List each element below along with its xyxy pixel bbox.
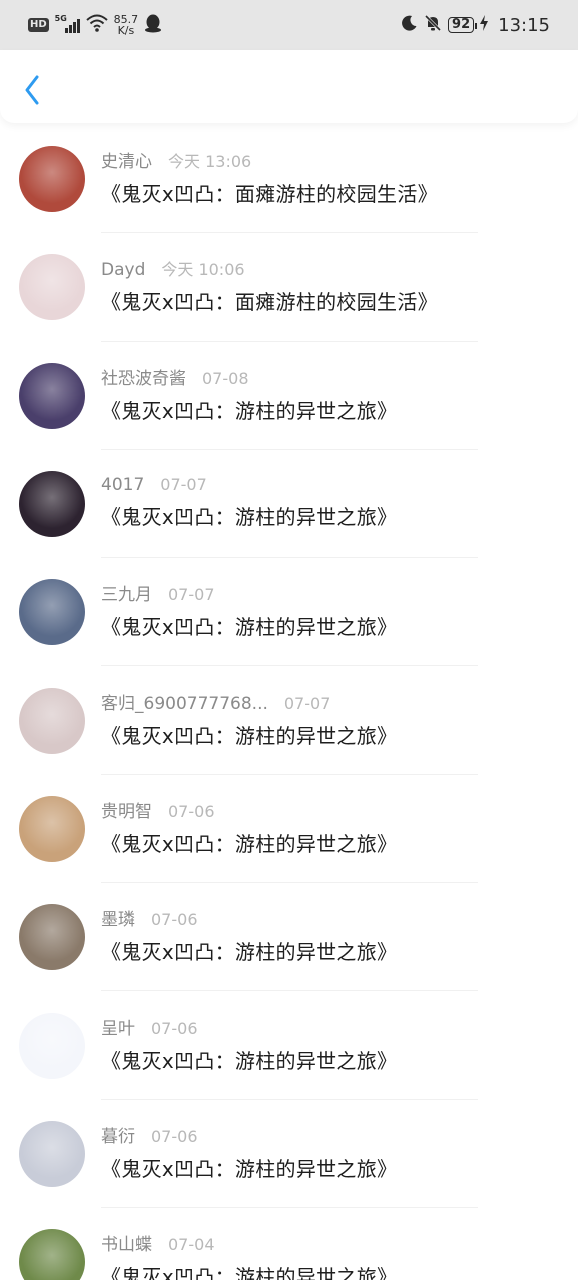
list-item[interactable]: 书山蝶 07-04 《鬼灭x凹凸：游柱的异世之旅》 <box>0 1208 578 1280</box>
list-item[interactable]: 4017 07-07 《鬼灭x凹凸：游柱的异世之旅》 <box>0 450 578 559</box>
status-left: HD 5G 85.7 K/s <box>28 13 162 37</box>
item-meta: 贵明智 07-06 <box>101 797 397 822</box>
item-text: Dayd 今天 10:06 《鬼灭x凹凸：面瘫游柱的校园生活》 <box>101 256 438 315</box>
avatar[interactable] <box>19 471 85 538</box>
clock: 13:15 <box>498 14 550 36</box>
reader-list: 史清心 今天 13:06 《鬼灭x凹凸：面瘫游柱的校园生活》 Dayd 今天 10:06… <box>0 125 578 1280</box>
user-name[interactable]: 史清心 <box>101 147 152 172</box>
avatar[interactable] <box>19 687 85 754</box>
timestamp: 07-07 <box>283 693 331 713</box>
work-title[interactable]: 《鬼灭x凹凸：游柱的异世之旅》 <box>101 1153 397 1182</box>
item-text: 史清心 今天 13:06 《鬼灭x凹凸：面瘫游柱的校园生活》 <box>101 147 438 207</box>
list-item[interactable]: 呈叶 07-06 《鬼灭x凹凸：游柱的异世之旅》 <box>0 991 578 1100</box>
timestamp: 07-04 <box>168 1235 215 1255</box>
timestamp: 07-06 <box>151 1018 198 1038</box>
work-title[interactable]: 《鬼灭x凹凸：游柱的异世之旅》 <box>101 395 397 424</box>
avatar[interactable] <box>19 146 85 213</box>
item-meta: Dayd 今天 10:06 <box>101 256 438 280</box>
item-text: 书山蝶 07-04 《鬼灭x凹凸：游柱的异世之旅》 <box>101 1230 397 1280</box>
item-meta: 暮衍 07-06 <box>101 1122 397 1147</box>
list-item[interactable]: 墨璘 07-06 《鬼灭x凹凸：游柱的异世之旅》 <box>0 883 578 992</box>
list-item[interactable]: 史清心 今天 13:06 《鬼灭x凹凸：面瘫游柱的校园生活》 <box>0 125 578 234</box>
moon-icon <box>400 14 418 36</box>
avatar[interactable] <box>19 254 85 321</box>
item-meta: 4017 07-07 <box>101 475 397 495</box>
user-name[interactable]: 社恐波奇酱 <box>101 364 186 389</box>
user-name[interactable]: 客归_6900777768... <box>101 689 268 714</box>
avatar[interactable] <box>19 362 85 429</box>
user-name[interactable]: 4017 <box>101 475 144 495</box>
item-text: 贵明智 07-06 《鬼灭x凹凸：游柱的异世之旅》 <box>101 797 397 857</box>
work-title[interactable]: 《鬼灭x凹凸：游柱的异世之旅》 <box>101 611 397 640</box>
timestamp: 今天 13:06 <box>168 152 252 172</box>
timestamp: 07-07 <box>160 474 207 494</box>
user-name[interactable]: Dayd <box>101 260 145 280</box>
charging-icon <box>480 15 489 35</box>
work-title[interactable]: 《鬼灭x凹凸：游柱的异世之旅》 <box>101 936 397 965</box>
timestamp: 07-08 <box>202 368 249 388</box>
network-speed: 85.7 K/s <box>113 13 139 37</box>
top-nav-bar <box>0 50 578 123</box>
user-name[interactable]: 三九月 <box>101 580 152 605</box>
item-meta: 书山蝶 07-04 <box>101 1230 397 1255</box>
list-item[interactable]: 三九月 07-07 《鬼灭x凹凸：游柱的异世之旅》 <box>0 558 578 667</box>
work-title[interactable]: 《鬼灭x凹凸：游柱的异世之旅》 <box>101 828 397 857</box>
item-text: 墨璘 07-06 《鬼灭x凹凸：游柱的异世之旅》 <box>101 905 397 965</box>
network-type: 5G <box>54 14 67 23</box>
timestamp: 今天 10:06 <box>161 259 245 279</box>
avatar[interactable] <box>19 1229 85 1280</box>
work-title[interactable]: 《鬼灭x凹凸：游柱的异世之旅》 <box>101 1261 397 1280</box>
user-name[interactable]: 贵明智 <box>101 797 152 822</box>
item-meta: 客归_6900777768... 07-07 <box>101 689 397 714</box>
work-title[interactable]: 《鬼灭x凹凸：面瘫游柱的校园生活》 <box>101 286 438 315</box>
user-name[interactable]: 暮衍 <box>101 1122 135 1147</box>
list-item[interactable]: 贵明智 07-06 《鬼灭x凹凸：游柱的异世之旅》 <box>0 775 578 884</box>
signal-icon: 5G <box>54 14 80 33</box>
back-button[interactable] <box>18 74 46 106</box>
item-text: 客归_6900777768... 07-07 《鬼灭x凹凸：游柱的异世之旅》 <box>101 689 397 749</box>
avatar[interactable] <box>19 904 85 971</box>
item-meta: 史清心 今天 13:06 <box>101 147 438 172</box>
list-item[interactable]: 暮衍 07-06 《鬼灭x凹凸：游柱的异世之旅》 <box>0 1100 578 1209</box>
timestamp: 07-06 <box>151 910 198 930</box>
timestamp: 07-06 <box>168 801 215 821</box>
item-meta: 三九月 07-07 <box>101 580 397 605</box>
timestamp: 07-07 <box>168 585 215 605</box>
avatar[interactable] <box>19 1012 85 1079</box>
work-title[interactable]: 《鬼灭x凹凸：游柱的异世之旅》 <box>101 501 397 530</box>
item-text: 暮衍 07-06 《鬼灭x凹凸：游柱的异世之旅》 <box>101 1122 397 1182</box>
timestamp: 07-06 <box>151 1126 198 1146</box>
avatar[interactable] <box>19 579 85 646</box>
item-text: 呈叶 07-06 《鬼灭x凹凸：游柱的异世之旅》 <box>101 1014 397 1074</box>
item-text: 社恐波奇酱 07-08 《鬼灭x凹凸：游柱的异世之旅》 <box>101 364 397 424</box>
list-item[interactable]: 客归_6900777768... 07-07 《鬼灭x凹凸：游柱的异世之旅》 <box>0 666 578 776</box>
chevron-left-icon <box>25 75 39 105</box>
item-text: 三九月 07-07 《鬼灭x凹凸：游柱的异世之旅》 <box>101 580 397 640</box>
hd-badge: HD <box>28 18 49 32</box>
work-title[interactable]: 《鬼灭x凹凸：面瘫游柱的校园生活》 <box>101 178 438 207</box>
user-name[interactable]: 墨璘 <box>101 905 135 930</box>
status-right: 92 13:15 <box>400 14 550 36</box>
work-title[interactable]: 《鬼灭x凹凸：游柱的异世之旅》 <box>101 720 397 749</box>
work-title[interactable]: 《鬼灭x凹凸：游柱的异世之旅》 <box>101 1045 397 1074</box>
item-meta: 社恐波奇酱 07-08 <box>101 364 397 389</box>
item-meta: 呈叶 07-06 <box>101 1014 397 1039</box>
app-notification-icon <box>144 13 162 37</box>
wifi-icon <box>86 14 108 36</box>
user-name[interactable]: 书山蝶 <box>101 1230 152 1255</box>
item-meta: 墨璘 07-06 <box>101 905 397 930</box>
mute-icon <box>424 14 442 36</box>
battery-icon: 92 <box>448 17 478 33</box>
item-text: 4017 07-07 《鬼灭x凹凸：游柱的异世之旅》 <box>101 475 397 530</box>
list-item[interactable]: 社恐波奇酱 07-08 《鬼灭x凹凸：游柱的异世之旅》 <box>0 342 578 451</box>
status-bar: HD 5G 85.7 K/s 92 13:15 <box>0 0 578 50</box>
user-name[interactable]: 呈叶 <box>101 1014 135 1039</box>
avatar[interactable] <box>19 795 85 862</box>
list-item[interactable]: Dayd 今天 10:06 《鬼灭x凹凸：面瘫游柱的校园生活》 <box>0 233 578 342</box>
avatar[interactable] <box>19 1120 85 1187</box>
